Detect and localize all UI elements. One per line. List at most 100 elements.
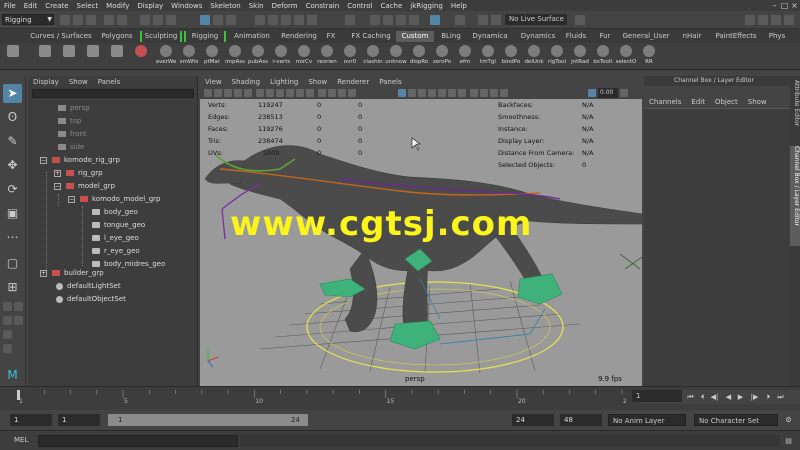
outliner-item[interactable]: r_eye_geo — [92, 246, 140, 257]
shadows-icon[interactable] — [418, 89, 426, 97]
live-surface-field[interactable]: No Live Surface — [505, 14, 567, 25]
single-pane-layout-icon[interactable]: ▢ — [3, 254, 22, 273]
open-scene-icon[interactable] — [73, 15, 83, 25]
shelf-tool-bone-button[interactable] — [82, 45, 104, 69]
outliner-item[interactable]: persp — [58, 103, 90, 114]
menu-help[interactable]: Help — [447, 2, 471, 10]
animation-start-field[interactable]: 1 — [10, 414, 52, 426]
snap-grid-icon[interactable] — [255, 15, 265, 25]
tab-fx-caching[interactable]: FX Caching — [348, 31, 394, 42]
image-plane-icon[interactable] — [234, 89, 242, 97]
bookmark-icon[interactable] — [224, 89, 232, 97]
lasso-tool-icon[interactable]: ʘ — [3, 108, 22, 127]
smooth-shade-icon[interactable] — [328, 89, 336, 97]
construction-history-icon[interactable] — [345, 15, 355, 25]
channel-box-menu-channels[interactable]: Channels — [644, 98, 686, 106]
snap-curve-icon[interactable] — [268, 15, 278, 25]
menu-create[interactable]: Create — [41, 2, 72, 10]
shelf-button-pubass[interactable]: pubAss — [247, 45, 269, 69]
command-input[interactable] — [38, 435, 238, 447]
layout-c-icon[interactable] — [3, 316, 12, 325]
menu-file[interactable]: File — [0, 2, 20, 10]
shelf-button-mircv[interactable]: mirCv — [293, 45, 315, 69]
shelf-tool-wrench-button[interactable] — [106, 45, 128, 69]
step-back-icon[interactable]: ⏴ — [698, 392, 707, 402]
anti-aliasing-icon[interactable] — [448, 89, 456, 97]
outliner-item[interactable]: model_grp — [66, 181, 115, 192]
next-key-icon[interactable]: |▶ — [750, 392, 759, 402]
shelf-button-zeropo[interactable]: zeroPo — [431, 45, 453, 69]
character-set-dropdown[interactable]: No Character Set — [694, 414, 778, 426]
isolate-select-icon[interactable] — [470, 89, 478, 97]
tab-fur[interactable]: Fur — [596, 31, 614, 42]
shelf-settings-gear-button[interactable] — [2, 45, 24, 69]
outliner-item[interactable]: front — [58, 129, 87, 140]
menu-select[interactable]: Select — [73, 2, 103, 10]
select-hierarchy-icon[interactable] — [140, 15, 150, 25]
default-material-icon[interactable] — [338, 89, 346, 97]
depth-of-field-icon[interactable] — [458, 89, 466, 97]
magnet-icon[interactable] — [478, 15, 488, 25]
menu-edit[interactable]: Edit — [20, 2, 42, 10]
use-all-lights-icon[interactable] — [408, 89, 416, 97]
lasso-input-icon[interactable] — [455, 15, 465, 25]
maximize-icon[interactable]: □ — [780, 1, 789, 10]
viewport-menu-renderer[interactable]: Renderer — [332, 78, 374, 86]
exposure-icon[interactable] — [588, 89, 596, 97]
render-settings-icon[interactable] — [409, 15, 419, 25]
shelf-button-tmtgl[interactable]: tmTgl — [477, 45, 499, 69]
viewport-menu-show[interactable]: Show — [303, 78, 332, 86]
select-by-curve-icon[interactable] — [226, 15, 236, 25]
shelf-tool-check-button[interactable] — [34, 45, 56, 69]
wireframe-icon[interactable] — [318, 89, 326, 97]
grid-toggle-icon[interactable] — [244, 89, 252, 97]
undo-icon[interactable] — [104, 15, 114, 25]
menu-jkrigging[interactable]: jkRigging — [406, 2, 447, 10]
menu-windows[interactable]: Windows — [167, 2, 206, 10]
tab-phys[interactable]: Phys — [766, 31, 788, 42]
shelf-button-verts[interactable]: >verts — [270, 45, 292, 69]
select-object-icon[interactable] — [153, 15, 163, 25]
playback-end-field[interactable]: 24 — [512, 414, 554, 426]
outliner-item[interactable]: komodo_model_grp — [80, 194, 160, 205]
tab-animation[interactable]: Animation — [230, 31, 274, 42]
shelf-button-bstoolt[interactable]: bsToolt — [592, 45, 614, 69]
gate-mask-icon[interactable] — [276, 89, 284, 97]
save-scene-icon[interactable] — [86, 15, 96, 25]
channel-box-menu-show[interactable]: Show — [743, 98, 772, 106]
layout-e-icon[interactable] — [3, 330, 12, 339]
tab-dynamica[interactable]: Dynamica — [470, 31, 510, 42]
xray-joints-icon[interactable] — [500, 89, 508, 97]
four-pane-layout-icon[interactable]: ⊞ — [3, 278, 22, 297]
outliner-item[interactable]: l_eye_geo — [92, 233, 139, 244]
ipr-render-icon[interactable] — [396, 15, 406, 25]
viewport-menu-panels[interactable]: Panels — [374, 78, 407, 86]
layout-b-icon[interactable] — [14, 302, 23, 311]
gamma-icon[interactable] — [620, 89, 628, 97]
xray-active-icon[interactable] — [490, 89, 498, 97]
shelf-button-delunk[interactable]: delUnk — [523, 45, 545, 69]
outliner-menu-display[interactable]: Display — [28, 78, 64, 86]
menu-modify[interactable]: Modify — [102, 2, 133, 10]
outliner-menu-show[interactable]: Show — [64, 78, 93, 86]
shelf-button-jntrad[interactable]: jntRad — [569, 45, 591, 69]
redo-icon[interactable] — [117, 15, 127, 25]
shelf-button-reorien[interactable]: reorien — [316, 45, 338, 69]
current-frame-field[interactable]: 1 — [632, 390, 682, 402]
anim-preferences-icon[interactable]: ⚙ — [784, 415, 793, 425]
shelf-tool-figure-button[interactable] — [130, 45, 152, 69]
viewport-menu-view[interactable]: View — [200, 78, 227, 86]
shelf-button-rr[interactable]: RR — [638, 45, 660, 69]
expand-toggle-icon[interactable]: − — [68, 196, 75, 203]
select-camera-icon[interactable] — [204, 89, 212, 97]
xform-icon[interactable] — [575, 15, 585, 25]
outliner-item[interactable]: defaultLightSet — [56, 281, 121, 292]
wireframe-on-shaded-icon[interactable] — [348, 89, 356, 97]
shelf-button-selecto[interactable]: selectO — [615, 45, 637, 69]
menu-skeleton[interactable]: Skeleton — [206, 2, 244, 10]
render-frame-icon[interactable] — [383, 15, 393, 25]
modeling-toolkit-icon[interactable] — [745, 15, 755, 25]
last-tool-icon[interactable]: ⋯ — [3, 228, 22, 247]
shelf-button-averwe[interactable]: averWe — [155, 45, 177, 69]
tab-channel-box-layer-editor[interactable]: Channel Box / Layer Editor — [790, 146, 800, 246]
